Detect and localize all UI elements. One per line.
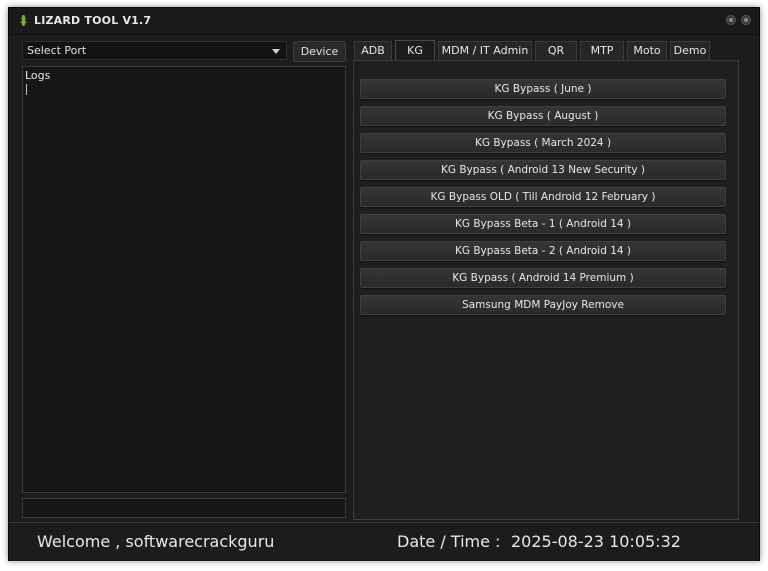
welcome-text: Welcome , softwarecrackguru [37, 532, 275, 551]
close-icon[interactable] [741, 15, 751, 25]
samsung-mdm-payjoy-remove-button[interactable]: Samsung MDM PayJoy Remove [360, 295, 726, 315]
datetime-value: 2025-08-23 10:05:32 [511, 532, 681, 551]
app-window: LIZARD TOOL V1.7 Select Port Device Logs… [8, 7, 760, 561]
progress-bar [22, 498, 346, 518]
kg-bypass-android14-premium-button[interactable]: KG Bypass ( Android 14 Premium ) [360, 268, 726, 288]
logs-label: Logs [25, 69, 51, 82]
tab-mtp[interactable]: MTP [580, 41, 624, 60]
tab-demo[interactable]: Demo [670, 41, 710, 60]
kg-bypass-beta2-button[interactable]: KG Bypass Beta - 2 ( Android 14 ) [360, 241, 726, 261]
kg-bypass-june-button[interactable]: KG Bypass ( June ) [360, 79, 726, 99]
datetime-label: Date / Time : [397, 532, 501, 551]
port-select-value: Select Port [27, 44, 87, 57]
lizard-icon [19, 15, 28, 26]
tab-adb[interactable]: ADB [354, 41, 392, 60]
kg-bypass-august-button[interactable]: KG Bypass ( August ) [360, 106, 726, 126]
minimize-icon[interactable] [726, 15, 736, 25]
tab-qr[interactable]: QR [535, 41, 577, 60]
kg-bypass-old-button[interactable]: KG Bypass OLD ( Till Android 12 February… [360, 187, 726, 207]
kg-bypass-march-2024-button[interactable]: KG Bypass ( March 2024 ) [360, 133, 726, 153]
tab-mdm-it-admin[interactable]: MDM / IT Admin [438, 41, 532, 60]
status-bar: Welcome , softwarecrackguru Date / Time … [9, 522, 759, 561]
device-button[interactable]: Device [293, 41, 346, 62]
tab-kg[interactable]: KG [395, 40, 435, 61]
port-select[interactable]: Select Port [22, 41, 287, 60]
window-title: LIZARD TOOL V1.7 [34, 14, 152, 27]
kg-tab-panel: KG Bypass ( June ) KG Bypass ( August ) … [353, 60, 739, 520]
text-caret [26, 84, 27, 95]
kg-bypass-android13-button[interactable]: KG Bypass ( Android 13 New Security ) [360, 160, 726, 180]
tab-moto[interactable]: Moto [627, 41, 667, 60]
logs-area[interactable]: Logs [22, 66, 346, 493]
chevron-down-icon [272, 49, 280, 54]
kg-bypass-beta1-button[interactable]: KG Bypass Beta - 1 ( Android 14 ) [360, 214, 726, 234]
title-bar[interactable]: LIZARD TOOL V1.7 [9, 8, 759, 35]
